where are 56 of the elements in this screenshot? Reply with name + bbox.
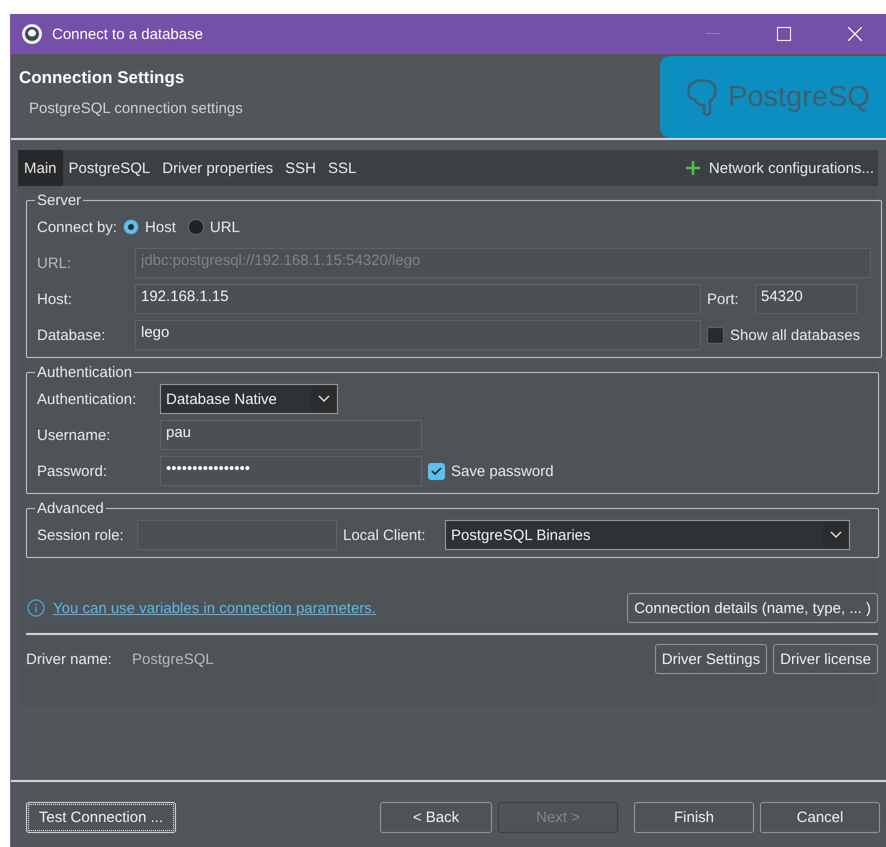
page-subtitle: PostgreSQL connection settings (28, 100, 243, 117)
tab[interactable]: SSL (322, 150, 362, 186)
driver-name: PostgreSQL (132, 650, 214, 668)
radio-button[interactable] (188, 219, 204, 235)
port-field[interactable]: 54320 (755, 284, 857, 314)
checkbox-label: Show all databases (730, 326, 860, 344)
tab[interactable]: Driver properties (156, 150, 280, 186)
variables-link[interactable]: You can use variables in connection parameters. (53, 600, 376, 616)
maximize-icon[interactable] (777, 27, 791, 41)
checkbox[interactable] (428, 462, 445, 480)
field-label: Port: (707, 290, 740, 308)
page-title: Connection Settings (19, 68, 186, 88)
password-field[interactable]: •••••••••••••••• (160, 456, 422, 486)
chevron-down-icon (318, 395, 330, 403)
radio-label: URL (210, 218, 240, 236)
radio-button[interactable] (123, 219, 140, 235)
authentication-dropdown[interactable]: Database Native (160, 384, 338, 414)
field-label: Connect by: (37, 218, 118, 236)
info-icon (27, 599, 45, 617)
dialog-button[interactable]: Test Connection ... (26, 802, 176, 833)
connection-details-button[interactable]: Connection details (name, type, ... ) (627, 593, 878, 623)
checkmark-icon (431, 466, 442, 476)
field-label: Authentication: (37, 390, 138, 408)
database-field[interactable]: lego (135, 320, 701, 350)
field-label: Database: (37, 326, 106, 344)
field-label: Local Client: (343, 526, 427, 544)
driver-button[interactable]: Driver license (773, 644, 878, 674)
chevron-down-icon (830, 531, 842, 539)
logo-text: PostgreSQ (728, 80, 870, 114)
field-label: URL: (37, 254, 72, 272)
field-label: Password: (37, 462, 108, 480)
close-icon[interactable] (848, 27, 862, 41)
field-label: Driver name: (26, 650, 113, 668)
radio-label: Host (145, 218, 176, 236)
local-client-dropdown[interactable]: PostgreSQL Binaries (445, 520, 850, 550)
host-field[interactable]: 192.168.1.15 (135, 284, 701, 314)
field-label: Username: (37, 426, 112, 444)
tab[interactable]: Main (18, 150, 63, 186)
app-logo-icon (21, 23, 43, 45)
checkbox-label: Save password (451, 462, 554, 480)
dialog-button[interactable]: Cancel (760, 802, 880, 833)
dialog-button[interactable]: Finish (634, 802, 754, 833)
tab[interactable]: SSH (279, 150, 322, 186)
field-label: Host: (37, 290, 74, 308)
group-legend: Advanced (35, 500, 106, 517)
group-legend: Authentication (35, 364, 134, 381)
group-legend: Server (35, 192, 84, 209)
window-title: Connect to a database (52, 26, 204, 42)
checkbox[interactable] (707, 326, 724, 344)
field-label: Session role: (37, 526, 125, 544)
network-configurations-button[interactable]: Network configurations... (680, 150, 878, 186)
plus-icon (684, 160, 701, 176)
username-field[interactable]: pau (160, 420, 422, 450)
dialog-button[interactable]: < Back (380, 802, 492, 833)
tab[interactable]: PostgreSQL (62, 150, 156, 186)
driver-button[interactable]: Driver Settings (654, 644, 768, 674)
